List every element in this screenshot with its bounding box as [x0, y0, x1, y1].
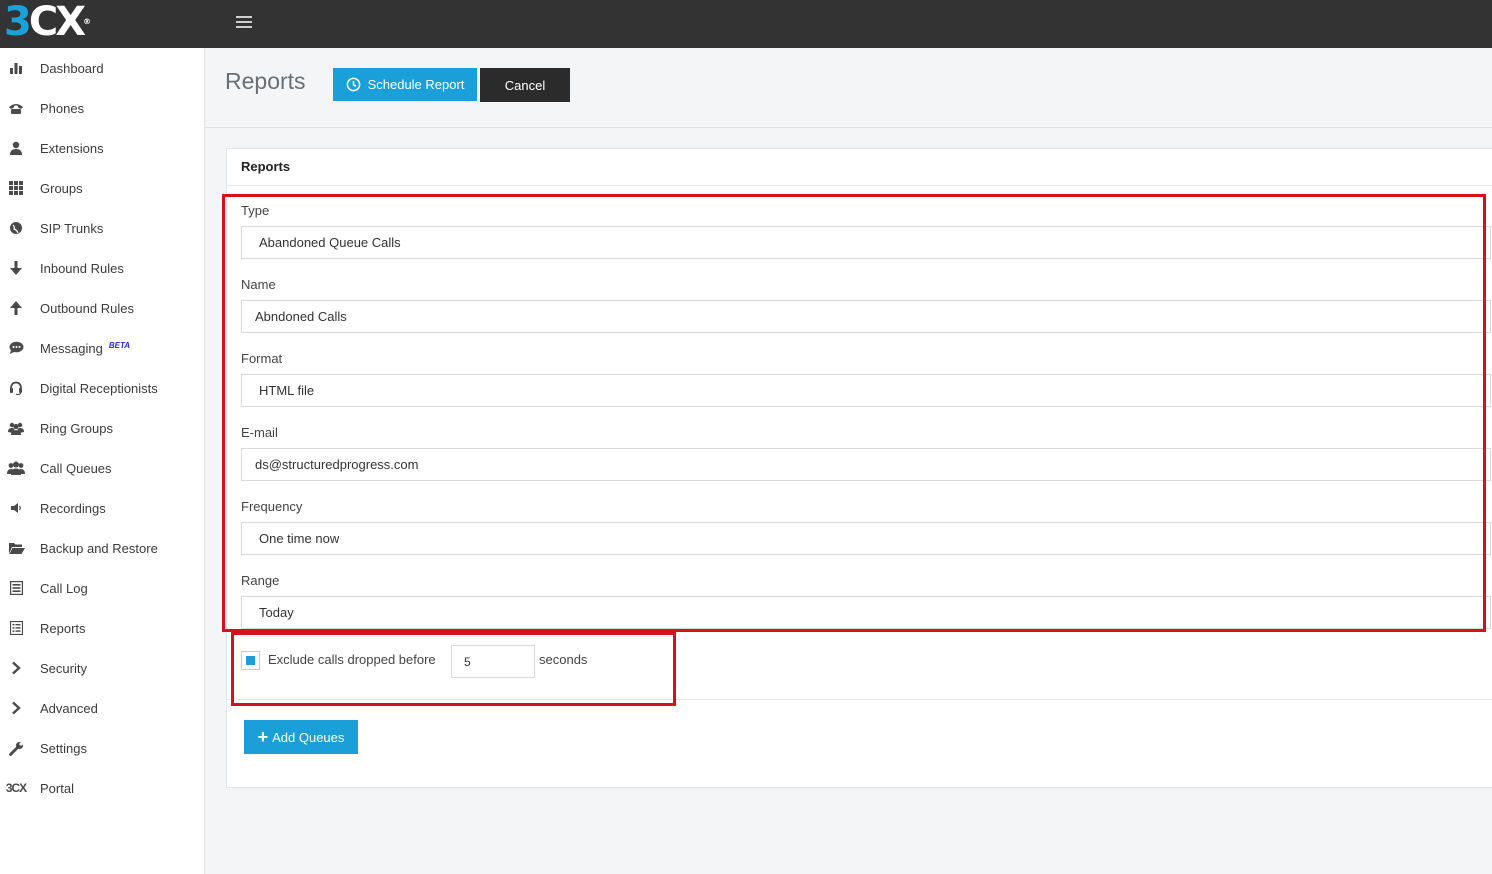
sidebar-item-backup-and-restore[interactable]: Backup and Restore: [0, 528, 204, 568]
reports-panel: Reports Type Abandoned Queue Calls Name …: [226, 148, 1492, 788]
sidebar-item-label: Security: [40, 660, 87, 676]
sidebar-item-inbound-rules[interactable]: Inbound Rules: [0, 248, 204, 288]
sidebar-item-advanced[interactable]: Advanced: [0, 688, 204, 728]
sidebar-item-extensions[interactable]: Extensions: [0, 128, 204, 168]
grid-icon: [6, 178, 26, 198]
sidebar-item-label: Reports: [40, 620, 86, 636]
schedule-report-button[interactable]: Schedule Report: [333, 68, 477, 101]
sidebar-item-groups[interactable]: Groups: [0, 168, 204, 208]
sidebar-item-sip-trunks[interactable]: SIP Trunks: [0, 208, 204, 248]
sidebar-item-label: Recordings: [40, 500, 106, 516]
top-bar: 3CX®: [0, 0, 1492, 48]
range-select[interactable]: Today: [241, 596, 1491, 629]
sidebar-item-label: Groups: [40, 180, 83, 196]
frequency-label: Frequency: [241, 499, 303, 514]
seconds-input[interactable]: 5: [451, 645, 535, 678]
format-label: Format: [241, 351, 283, 366]
group-icon: [6, 458, 26, 478]
sidebar-item-label: Dashboard: [40, 60, 104, 76]
sidebar-item-reports[interactable]: Reports: [0, 608, 204, 648]
sidebar-item-dashboard[interactable]: Dashboard: [0, 48, 204, 88]
exclude-calls-label: Exclude calls dropped before: [268, 652, 436, 667]
sidebar-item-call-log[interactable]: Call Log: [0, 568, 204, 608]
name-field[interactable]: Abndoned Calls: [241, 300, 1491, 333]
sidebar: Dashboard Phones Extensions Groups SIP Trunk…: [0, 48, 205, 874]
add-queues-button[interactable]: + Add Queues: [244, 720, 358, 754]
users-icon: [6, 418, 26, 438]
sidebar-item-label: Call Log: [40, 580, 88, 596]
chat-icon: [6, 338, 26, 358]
panel-title: Reports: [241, 159, 291, 174]
sidebar-item-label: Extensions: [40, 140, 104, 156]
email-label: E-mail: [241, 425, 278, 440]
plus-icon: +: [257, 727, 269, 747]
sidebar-item-label: Phones: [40, 100, 85, 116]
chevron-right-icon: [6, 658, 26, 678]
sidebar-item-label: Settings: [40, 740, 87, 756]
sidebar-item-call-queues[interactable]: Call Queues: [0, 448, 204, 488]
wrench-icon: [6, 738, 26, 758]
sidebar-item-recordings[interactable]: Recordings: [0, 488, 204, 528]
sidebar-item-settings[interactable]: Settings: [0, 728, 204, 768]
format-select[interactable]: HTML file: [241, 374, 1491, 407]
sidebar-item-ring-groups[interactable]: Ring Groups: [0, 408, 204, 448]
list-icon: [6, 578, 26, 598]
sidebar-item-digital-receptionists[interactable]: Digital Receptionists: [0, 368, 204, 408]
sidebar-item-security[interactable]: Security: [0, 648, 204, 688]
sidebar-item-label: Advanced: [40, 700, 98, 716]
clock-icon: [346, 77, 360, 92]
globe-icon: [6, 218, 26, 238]
sidebar-item-portal[interactable]: 3CX Portal: [0, 768, 204, 808]
sidebar-item-label: Portal: [40, 780, 74, 796]
checkbox-checked-mark: [246, 656, 255, 665]
sidebar-item-messaging[interactable]: Messaging BETA: [0, 328, 204, 368]
page-header: Reports Schedule Report Cancel: [205, 48, 1492, 128]
exclude-calls-checkbox[interactable]: [241, 651, 260, 670]
beta-badge: BETA: [108, 340, 131, 350]
type-select[interactable]: Abandoned Queue Calls: [241, 226, 1491, 259]
email-field[interactable]: ds@structuredprogress.com: [241, 448, 1491, 481]
chevron-right-icon: [6, 698, 26, 718]
type-label: Type: [241, 203, 270, 218]
schedule-report-label: Schedule Report: [367, 77, 465, 92]
sidebar-item-label: Ring Groups: [40, 420, 113, 436]
3cx-logo-icon: 3CX: [5, 781, 27, 795]
panel-header: Reports: [227, 149, 1492, 186]
arrow-down-icon: [6, 258, 26, 278]
sidebar-item-label: Call Queues: [40, 460, 112, 476]
bar-chart-icon: [6, 58, 26, 78]
name-label: Name: [241, 277, 276, 292]
panel-divider: [227, 699, 1492, 700]
user-icon: [6, 138, 26, 158]
sidebar-item-label: Messaging BETA: [40, 340, 131, 356]
page-title: Reports: [225, 68, 306, 94]
arrow-up-icon: [6, 298, 26, 318]
sidebar-item-label: Inbound Rules: [40, 260, 124, 276]
menu-toggle-icon[interactable]: [236, 14, 252, 30]
headset-icon: [6, 378, 26, 398]
sidebar-item-label: SIP Trunks: [40, 220, 104, 236]
sidebar-item-label: Digital Receptionists: [40, 380, 158, 396]
phone-icon: [6, 98, 26, 118]
add-queues-label: Add Queues: [272, 729, 345, 745]
sidebar-item-phones[interactable]: Phones: [0, 88, 204, 128]
sidebar-item-label: Backup and Restore: [40, 540, 158, 556]
3cx-logo[interactable]: 3CX®: [4, 2, 91, 42]
folder-open-icon: [6, 538, 26, 558]
cancel-button[interactable]: Cancel: [480, 68, 570, 102]
seconds-unit-label: seconds: [539, 652, 588, 667]
report-icon: [6, 618, 26, 638]
frequency-select[interactable]: One time now: [241, 522, 1491, 555]
speaker-icon: [6, 498, 26, 518]
sidebar-item-outbound-rules[interactable]: Outbound Rules: [0, 288, 204, 328]
sidebar-item-label: Outbound Rules: [40, 300, 134, 316]
range-label: Range: [241, 573, 280, 588]
